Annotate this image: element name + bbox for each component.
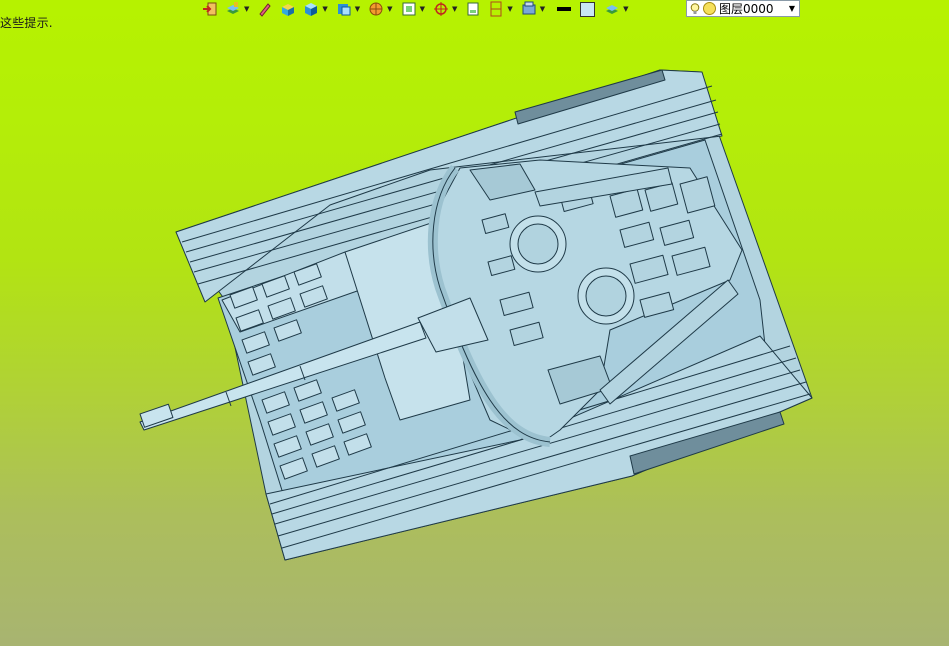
layer-select-dropdown[interactable]: 图层0000 ▼ [686,0,800,17]
cube-view-icon[interactable] [301,1,321,17]
layer-stack-dropdown-arrow[interactable]: ▼ [244,5,249,13]
exit-door-icon[interactable] [200,1,220,17]
cube-face-dropdown-arrow[interactable]: ▼ [355,5,360,13]
display-mode-dropdown-arrow[interactable]: ▼ [540,5,545,13]
command-hint-text: 这些提示. [0,16,53,30]
main-toolbar: ▼ ▼ ▼ ▼ ▼ ▼ ▼ ▼ ▼ [200,0,632,18]
solid-box-icon[interactable] [278,1,298,17]
crosshair-snap-dropdown-arrow[interactable]: ▼ [452,5,457,13]
pencil-icon[interactable] [255,1,275,17]
cube-view-dropdown-arrow[interactable]: ▼ [322,5,327,13]
cube-face-icon[interactable] [334,1,354,17]
layer-name: 图层0000 [719,2,774,16]
page-icon[interactable] [463,1,483,17]
model-viewport[interactable] [0,0,949,646]
layer-stack-icon[interactable] [223,1,243,17]
fill-color-swatch[interactable] [580,1,596,17]
crosshair-snap-icon[interactable] [431,1,451,17]
sun-visibility-icon[interactable] [703,2,716,15]
frame-select-dropdown-arrow[interactable]: ▼ [420,5,425,13]
render-sphere-dropdown-arrow[interactable]: ▼ [387,5,392,13]
split-view-dropdown-arrow[interactable]: ▼ [507,5,512,13]
layer-manager-dropdown-arrow[interactable]: ▼ [623,5,628,13]
display-mode-icon[interactable] [519,1,539,17]
chevron-down-icon[interactable]: ▼ [785,4,799,13]
frame-select-icon[interactable] [399,1,419,17]
split-view-icon[interactable] [486,1,506,17]
line-color-swatch[interactable] [557,7,572,11]
render-sphere-icon[interactable] [366,1,386,17]
lightbulb-icon[interactable] [690,2,700,15]
tank-model[interactable] [139,69,813,561]
layer-manager-icon[interactable] [602,1,622,17]
